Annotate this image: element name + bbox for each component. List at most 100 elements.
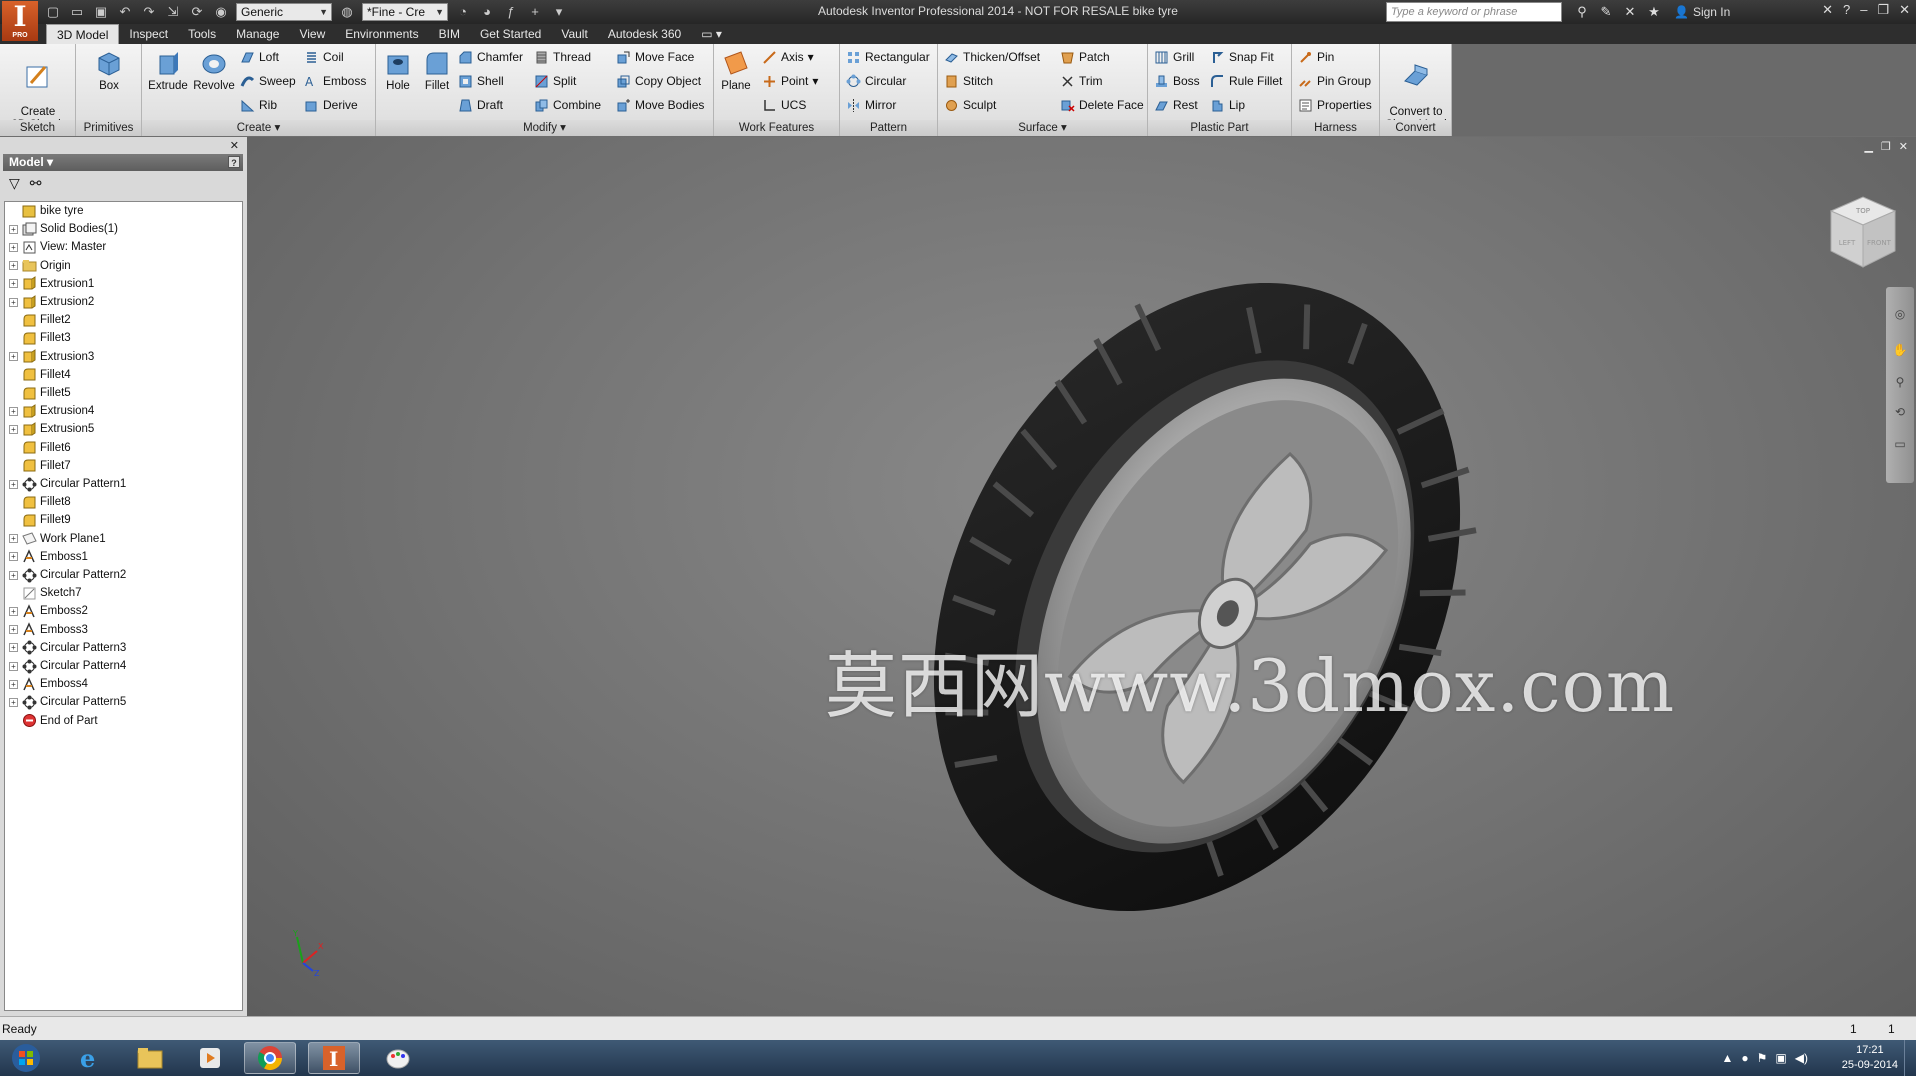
expand-icon[interactable]: + bbox=[9, 406, 18, 416]
plus-icon[interactable]: + bbox=[526, 4, 544, 20]
move-bodies-button[interactable]: Move Bodies bbox=[616, 95, 704, 115]
tree-item[interactable]: Sketch7 bbox=[5, 584, 82, 602]
fx-icon[interactable]: ƒ bbox=[502, 4, 520, 20]
tree-item[interactable]: + Extrusion4 bbox=[5, 402, 94, 420]
orbit-icon[interactable]: ⟲ bbox=[1892, 405, 1908, 421]
coil-button[interactable]: Coil bbox=[304, 47, 344, 67]
move-face-button[interactable]: Move Face bbox=[616, 47, 694, 67]
expand-icon[interactable]: + bbox=[9, 697, 18, 707]
tree-item[interactable]: bike tyre bbox=[5, 202, 83, 220]
expand-icon[interactable]: + bbox=[9, 224, 18, 234]
communication-icon[interactable]: ✕ bbox=[1622, 4, 1638, 20]
close-icon[interactable]: ✕ bbox=[1899, 140, 1908, 153]
update-icon[interactable]: ⟳ bbox=[188, 4, 206, 20]
taskbar-chrome[interactable] bbox=[244, 1042, 296, 1074]
tab-autodesk-360[interactable]: Autodesk 360 bbox=[598, 24, 691, 44]
material-combo[interactable]: Generic ▼ bbox=[236, 3, 332, 21]
tree-item[interactable]: Fillet3 bbox=[5, 329, 71, 347]
tree-item[interactable]: + Extrusion2 bbox=[5, 293, 94, 311]
undo-icon[interactable]: ↶ bbox=[116, 4, 134, 20]
tree-item[interactable]: + Circular Pattern1 bbox=[5, 475, 126, 493]
tab-inspect[interactable]: Inspect bbox=[119, 24, 178, 44]
tray-expand-icon[interactable]: ▲ bbox=[1722, 1051, 1734, 1065]
delete-face-button[interactable]: Delete Face bbox=[1060, 95, 1144, 115]
network-icon[interactable]: ▣ bbox=[1775, 1051, 1786, 1065]
taskbar-paint[interactable] bbox=[372, 1042, 424, 1074]
expand-icon[interactable]: + bbox=[9, 279, 18, 289]
tree-item[interactable]: + Circular Pattern4 bbox=[5, 657, 126, 675]
panel-label-surface[interactable]: Surface ▾ bbox=[938, 120, 1147, 136]
expand-icon[interactable]: + bbox=[9, 643, 18, 653]
panel-label-modify[interactable]: Modify ▾ bbox=[376, 120, 713, 136]
expand-icon[interactable]: + bbox=[9, 552, 18, 562]
expand-icon[interactable]: + bbox=[9, 424, 18, 434]
binoculars-icon[interactable]: ⚯ bbox=[30, 175, 42, 192]
expand-icon[interactable]: + bbox=[9, 261, 18, 271]
start-button[interactable] bbox=[4, 1042, 48, 1074]
minimize-icon[interactable]: – bbox=[1860, 2, 1867, 18]
tab-overflow-icon[interactable]: ▭ ▾ bbox=[691, 24, 732, 44]
appearance-combo[interactable]: *Fine - Cre ▼ bbox=[362, 3, 448, 21]
combine-button[interactable]: Combine bbox=[534, 95, 601, 115]
favorites-icon[interactable]: ★ bbox=[1646, 4, 1662, 20]
tab-get-started[interactable]: Get Started bbox=[470, 24, 551, 44]
rib-button[interactable]: Rib bbox=[240, 95, 277, 115]
search-input[interactable]: Type a keyword or phrase bbox=[1386, 2, 1562, 22]
expand-icon[interactable]: + bbox=[9, 479, 18, 489]
binoculars-icon[interactable]: ⚲ bbox=[1574, 4, 1590, 20]
emboss-button[interactable]: A Emboss bbox=[304, 71, 366, 91]
restore-icon[interactable]: ❐ bbox=[1881, 140, 1891, 153]
plane-button[interactable]: Plane bbox=[718, 48, 754, 93]
taskbar-clock[interactable]: 17:21 25-09-2014 bbox=[1842, 1043, 1898, 1073]
help-icon[interactable]: ? bbox=[228, 156, 240, 168]
sign-in-button[interactable]: 👤 Sign In bbox=[1674, 5, 1730, 19]
expand-icon[interactable]: + bbox=[9, 661, 18, 671]
expand-icon[interactable]: + bbox=[9, 625, 18, 635]
open-icon[interactable]: ▭ bbox=[68, 4, 86, 20]
exchange-icon[interactable]: ✕ bbox=[1822, 2, 1833, 18]
tab-environments[interactable]: Environments bbox=[335, 24, 428, 44]
point-button[interactable]: Point ▾ bbox=[762, 71, 818, 91]
close-icon[interactable]: ✕ bbox=[230, 139, 239, 152]
thicken-offset-button[interactable]: Thicken/Offset bbox=[944, 47, 1040, 67]
tree-item[interactable]: + Emboss3 bbox=[5, 621, 88, 639]
tree-item[interactable]: + Solid Bodies(1) bbox=[5, 220, 118, 238]
tree-item[interactable]: + Origin bbox=[5, 257, 71, 275]
expand-icon[interactable]: + bbox=[9, 352, 18, 362]
tab-manage[interactable]: Manage bbox=[226, 24, 289, 44]
expand-icon[interactable]: + bbox=[9, 570, 18, 580]
volume-icon[interactable]: ◀) bbox=[1795, 1051, 1808, 1065]
tab-3d-model[interactable]: 3D Model bbox=[46, 24, 120, 44]
thread-button[interactable]: Thread bbox=[534, 47, 591, 67]
tab-bim[interactable]: BIM bbox=[429, 24, 470, 44]
derive-button[interactable]: Derive bbox=[304, 95, 358, 115]
pin-group-button[interactable]: Pin Group bbox=[1298, 71, 1371, 91]
help-icon[interactable]: ? bbox=[1843, 2, 1850, 18]
snap-fit-button[interactable]: Snap Fit bbox=[1210, 47, 1274, 67]
expand-icon[interactable]: + bbox=[9, 679, 18, 689]
save-icon[interactable]: ▣ bbox=[92, 4, 110, 20]
pin-button[interactable]: Pin bbox=[1298, 47, 1334, 67]
tyre-model[interactable] bbox=[807, 247, 1597, 947]
hole-button[interactable]: Hole bbox=[380, 48, 416, 93]
rectangular-pattern-button[interactable]: Rectangular bbox=[846, 47, 930, 67]
axis-button[interactable]: Axis ▾ bbox=[762, 47, 814, 67]
boss-button[interactable]: Boss bbox=[1154, 71, 1200, 91]
tree-item[interactable]: Fillet8 bbox=[5, 493, 71, 511]
rest-button[interactable]: Rest bbox=[1154, 95, 1198, 115]
expand-icon[interactable]: + bbox=[9, 297, 18, 307]
customize-icon[interactable]: ▾ bbox=[550, 4, 568, 20]
tree-item[interactable]: + Circular Pattern5 bbox=[5, 693, 126, 711]
taskbar-explorer[interactable] bbox=[124, 1042, 176, 1074]
grill-button[interactable]: Grill bbox=[1154, 47, 1194, 67]
tree-item[interactable]: + Work Plane1 bbox=[5, 530, 106, 548]
zoom-icon[interactable]: ⚲ bbox=[1892, 375, 1908, 391]
sweep-button[interactable]: Sweep bbox=[240, 71, 296, 91]
viewcube[interactable]: TOP LEFT FRONT bbox=[1819, 187, 1903, 275]
trim-button[interactable]: Trim bbox=[1060, 71, 1103, 91]
box-button[interactable]: Box bbox=[86, 48, 132, 93]
rule-fillet-button[interactable]: Rule Fillet bbox=[1210, 71, 1282, 91]
inventor-logo-button[interactable]: I PRO bbox=[2, 1, 38, 41]
draft-button[interactable]: Draft bbox=[458, 95, 503, 115]
tab-view[interactable]: View bbox=[289, 24, 335, 44]
